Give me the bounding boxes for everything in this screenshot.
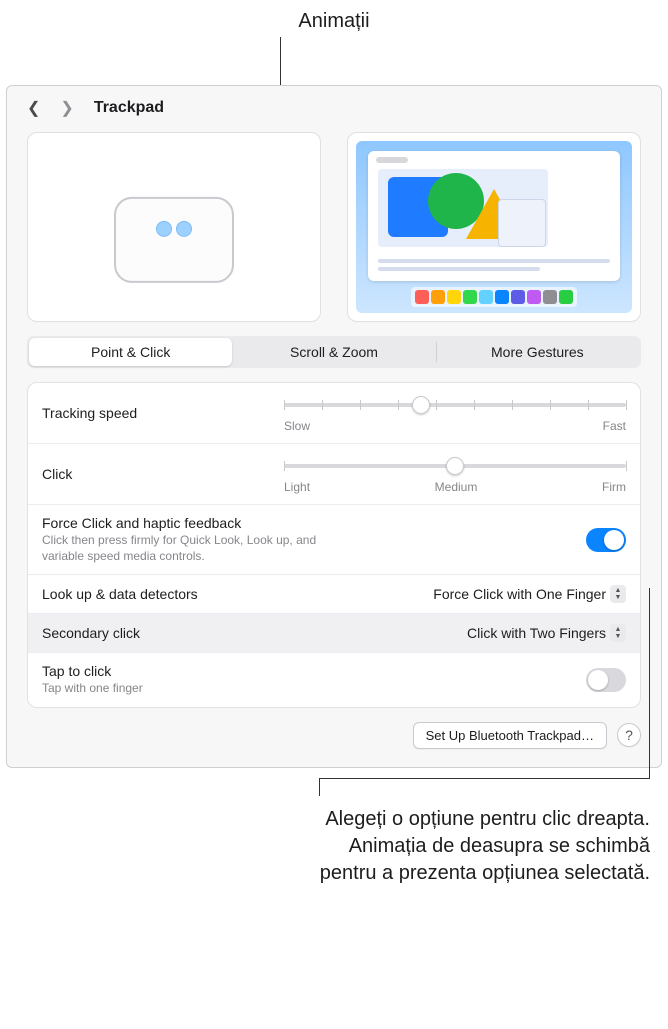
titlebar: ❮ ❯ Trackpad [7, 86, 661, 132]
dock-app-icon [463, 290, 477, 304]
chevron-up-down-icon: ▲▼ [610, 585, 626, 603]
dock-app-icon [543, 290, 557, 304]
tap-to-click-desc: Tap with one finger [42, 681, 328, 697]
lookup-value: Force Click with One Finger [433, 586, 606, 602]
annotation-bottom-leader [649, 588, 650, 778]
dock-app-icon [527, 290, 541, 304]
tab-segmented-control[interactable]: Point & Click Scroll & Zoom More Gesture… [27, 336, 641, 368]
tracking-speed-label: Tracking speed [42, 405, 272, 421]
preview-text-lines [378, 255, 610, 275]
preview-app-window [368, 151, 620, 281]
preview-shapes [378, 169, 548, 247]
secondary-click-value: Click with Two Fingers [467, 625, 606, 641]
preview-area [7, 132, 661, 336]
annotation-top-leader [280, 37, 281, 85]
finger-dot [156, 221, 172, 237]
row-tracking-speed: Tracking speed Slow Fast [28, 383, 640, 444]
desktop-animation [347, 132, 641, 322]
lookup-label: Look up & data detectors [42, 586, 272, 602]
force-click-label: Force Click and haptic feedback [42, 515, 328, 531]
annotation-top: Animații [0, 0, 668, 37]
bluetooth-trackpad-button[interactable]: Set Up Bluetooth Trackpad… [413, 722, 607, 749]
help-button[interactable]: ? [617, 723, 641, 747]
row-lookup: Look up & data detectors Force Click wit… [28, 575, 640, 614]
page-title: Trackpad [94, 99, 164, 117]
tap-to-click-label: Tap to click [42, 663, 328, 679]
chevron-up-down-icon: ▲▼ [610, 624, 626, 642]
annotation-bottom: Alegeți o opțiune pentru clic dreapta. A… [10, 788, 658, 887]
trackpad-animation [27, 132, 321, 322]
annotation-bottom-leader [319, 778, 320, 796]
desktop-wallpaper [356, 141, 632, 313]
tracking-min-label: Slow [284, 419, 310, 433]
click-mid-label: Medium [435, 480, 478, 494]
annotation-bottom-line: Animația de deasupra se schimbă [10, 833, 650, 860]
tap-to-click-toggle[interactable] [586, 668, 626, 692]
dock-app-icon [431, 290, 445, 304]
row-tap-to-click: Tap to click Tap with one finger [28, 653, 640, 707]
dock-app-icon [511, 290, 525, 304]
annotation-bottom-leader [320, 778, 650, 779]
dock-app-icon [479, 290, 493, 304]
tab-more-gestures[interactable]: More Gestures [436, 338, 639, 366]
tracking-max-label: Fast [603, 419, 626, 433]
click-max-label: Firm [602, 480, 626, 494]
settings-window: ❮ ❯ Trackpad [6, 85, 662, 768]
secondary-click-label: Secondary click [42, 625, 272, 641]
dock-app-icon [447, 290, 461, 304]
annotation-bottom-line: pentru a prezenta opțiunea selectată. [10, 860, 650, 887]
preview-dock [411, 287, 577, 307]
slider-knob[interactable] [446, 457, 464, 475]
footer: Set Up Bluetooth Trackpad… ? [7, 708, 661, 749]
settings-panel: Tracking speed Slow Fast Click [27, 382, 641, 708]
click-min-label: Light [284, 480, 310, 494]
force-click-toggle[interactable] [586, 528, 626, 552]
force-click-desc: Click then press firmly for Quick Look, … [42, 533, 328, 564]
dock-app-icon [559, 290, 573, 304]
tracking-speed-slider[interactable]: Slow Fast [284, 393, 626, 433]
annotation-bottom-wrap: Alegeți o opțiune pentru clic dreapta. A… [0, 768, 668, 897]
row-force-click: Force Click and haptic feedback Click th… [28, 505, 640, 575]
annotation-bottom-line: Alegeți o opțiune pentru clic dreapta. [10, 806, 650, 833]
trackpad-outline [114, 197, 234, 283]
secondary-click-popup[interactable]: Click with Two Fingers ▲▼ [467, 624, 626, 642]
preview-context-menu [498, 199, 546, 247]
dock-app-icon [415, 290, 429, 304]
slider-knob[interactable] [412, 396, 430, 414]
back-button[interactable]: ❮ [21, 96, 46, 120]
tab-point-and-click[interactable]: Point & Click [29, 338, 232, 366]
lookup-popup[interactable]: Force Click with One Finger ▲▼ [433, 585, 626, 603]
finger-dot [176, 221, 192, 237]
click-label: Click [42, 466, 272, 482]
dock-app-icon [495, 290, 509, 304]
tab-scroll-and-zoom[interactable]: Scroll & Zoom [232, 338, 435, 366]
row-secondary-click: Secondary click Click with Two Fingers ▲… [28, 614, 640, 653]
row-click: Click Light Medium Firm [28, 444, 640, 505]
forward-button[interactable]: ❯ [54, 96, 79, 120]
click-slider[interactable]: Light Medium Firm [284, 454, 626, 494]
